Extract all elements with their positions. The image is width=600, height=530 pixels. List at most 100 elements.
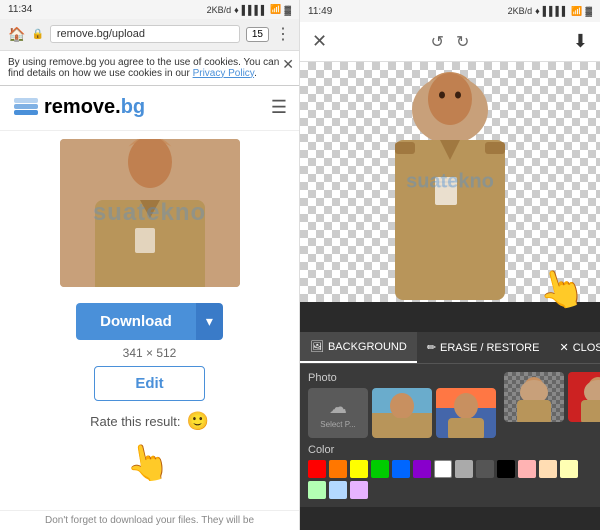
color-swatch-white[interactable] [434, 460, 452, 478]
close-button[interactable]: ✕ [312, 31, 327, 52]
tab-count-badge[interactable]: 15 [246, 27, 269, 42]
rate-label: Rate this result: [90, 414, 180, 429]
lock-icon: 🔒 [31, 29, 43, 40]
status-icons: 2KB/d ♦ ▌▌▌▌ 📶 ▓ [207, 4, 291, 15]
right-time-display: 11:49 [308, 6, 332, 17]
hamburger-menu-button[interactable]: ☰ [271, 97, 287, 118]
result-person-image [380, 62, 520, 302]
address-bar: 🏠 🔒 remove.bg/upload 15 ⋮ [0, 19, 299, 51]
signal-bars: ▌▌▌▌ [242, 5, 268, 15]
close-tab-label: CLOSE [573, 342, 600, 354]
result-image-wrapper: suatekno 👆 [300, 62, 600, 332]
right-panel: 11:49 2KB/d ♦ ▌▌▌▌ 📶 ▓ ✕ ↺ ↻ ⬇ [300, 0, 600, 530]
erase-tab-label: ERASE / RESTORE [440, 342, 539, 354]
smiley-icon[interactable]: 🙂 [186, 411, 208, 432]
undo-button[interactable]: ↺ [431, 32, 444, 52]
upload-label: Select P... [320, 420, 355, 429]
background-content: Photo ☁ Select P... [300, 364, 600, 507]
right-bluetooth-icon: ♦ [535, 6, 540, 17]
left-status-bar: 11:34 2KB/d ♦ ▌▌▌▌ 📶 ▓ [0, 0, 299, 19]
logo-icon [12, 94, 40, 122]
person-image [60, 139, 240, 287]
hand-cursor-icon: 👆 [122, 439, 177, 506]
status-time: 11:34 [8, 4, 32, 15]
color-swatch-lightorange[interactable] [539, 460, 557, 478]
download-dropdown-button[interactable]: ▾ [196, 303, 223, 340]
upload-cloud-icon: ☁ [329, 397, 347, 418]
person-preset-thumbnails [504, 372, 600, 422]
color-section: Color [308, 444, 592, 499]
battery-icon: ▓ [284, 5, 291, 15]
time-display: 11:34 [8, 4, 32, 15]
right-status-icons: 2KB/d ♦ ▌▌▌▌ 📶 ▓ [508, 6, 592, 17]
color-swatch-lightblue[interactable] [329, 481, 347, 499]
upload-photo-thumb[interactable]: ☁ Select P... [308, 388, 368, 438]
toolbar-left: ✕ [312, 31, 327, 52]
color-swatch-lightred[interactable] [518, 460, 536, 478]
data-label: 2KB/d [207, 5, 232, 15]
url-input[interactable]: remove.bg/upload [50, 25, 240, 43]
color-swatch-yellow[interactable] [350, 460, 368, 478]
hand-cursor-area: 👆 [127, 442, 172, 502]
browser-menu-button[interactable]: ⋮ [275, 24, 291, 44]
bottom-toolbar: 🖼 BACKGROUND ✏ ERASE / RESTORE ✕ CLOSE P… [300, 332, 600, 507]
color-swatch-green[interactable] [371, 460, 389, 478]
redo-button[interactable]: ↻ [456, 32, 469, 52]
wifi-icon: 📶 [270, 4, 281, 15]
color-section-label: Color [308, 444, 592, 456]
color-swatch-black[interactable] [497, 460, 515, 478]
cookie-close-button[interactable]: ✕ [282, 56, 294, 73]
footer-text: Don't forget to download your files. The… [0, 510, 299, 530]
color-swatch-lightyellow[interactable] [560, 460, 578, 478]
image-dimensions: 341 × 512 [123, 346, 177, 360]
color-swatch-lightpurple[interactable] [350, 481, 368, 499]
download-button[interactable]: Download [76, 303, 196, 340]
result-image-area: suatekno [300, 62, 600, 302]
download-button-group: Download ▾ [76, 303, 223, 340]
tab-background[interactable]: 🖼 BACKGROUND [300, 332, 417, 363]
toolbar-right: ⬇ [573, 31, 588, 52]
right-signal-bars: ▌▌▌▌ [543, 6, 569, 17]
left-panel: 11:34 2KB/d ♦ ▌▌▌▌ 📶 ▓ 🏠 🔒 remove.bg/upl… [0, 0, 300, 530]
tab-close[interactable]: ✕ CLOSE [549, 333, 600, 362]
color-swatch-orange[interactable] [329, 460, 347, 478]
right-download-button[interactable]: ⬇ [573, 31, 588, 52]
tab-bar: 🖼 BACKGROUND ✏ ERASE / RESTORE ✕ CLOSE [300, 332, 600, 364]
home-icon[interactable]: 🏠 [8, 26, 25, 43]
toolbar-center: ↺ ↻ [431, 32, 470, 52]
uploaded-image-preview: suatekno [60, 139, 240, 287]
color-swatch-lightgray[interactable] [455, 460, 473, 478]
logo-text: remove.bg [44, 96, 145, 119]
color-swatch-purple[interactable] [413, 460, 431, 478]
background-tab-label: BACKGROUND [328, 341, 407, 353]
color-swatch-lightgreen[interactable] [308, 481, 326, 499]
tab-erase-restore[interactable]: ✏ ERASE / RESTORE [417, 333, 550, 362]
person-red-bg-thumb[interactable] [568, 372, 600, 422]
site-header: remove.bg ☰ [0, 86, 299, 131]
bg-preset-1[interactable] [372, 388, 432, 438]
privacy-policy-link[interactable]: Privacy Policy [193, 68, 255, 79]
color-swatches-grid [308, 460, 592, 499]
right-toolbar: ✕ ↺ ↻ ⬇ [300, 22, 600, 62]
cookie-banner: By using remove.bg you agree to the use … [0, 51, 299, 86]
person-transparent-thumb[interactable] [504, 372, 564, 422]
color-swatch-red[interactable] [308, 460, 326, 478]
right-status-bar: 11:49 2KB/d ♦ ▌▌▌▌ 📶 ▓ [300, 0, 600, 22]
rate-section: Rate this result: 🙂 [90, 407, 209, 436]
logo-bg-text: bg [121, 96, 145, 118]
right-battery-icon: ▓ [585, 6, 592, 17]
photo-section-label: Photo [308, 372, 496, 384]
download-section: Download ▾ 341 × 512 Edit Rate this resu… [0, 295, 299, 510]
right-wifi-icon: 📶 [571, 6, 582, 17]
logo: remove.bg [12, 94, 145, 122]
color-swatch-blue[interactable] [392, 460, 410, 478]
bluetooth-icon: ♦ [234, 5, 239, 15]
color-swatch-darkgray[interactable] [476, 460, 494, 478]
close-tab-icon: ✕ [559, 341, 568, 354]
image-bg: suatekno [60, 139, 240, 287]
right-data-label: 2KB/d [508, 6, 533, 17]
bg-preset-2[interactable] [436, 388, 496, 438]
erase-tab-icon: ✏ [427, 341, 436, 354]
edit-button[interactable]: Edit [94, 366, 204, 401]
background-tab-icon: 🖼 [310, 340, 324, 353]
